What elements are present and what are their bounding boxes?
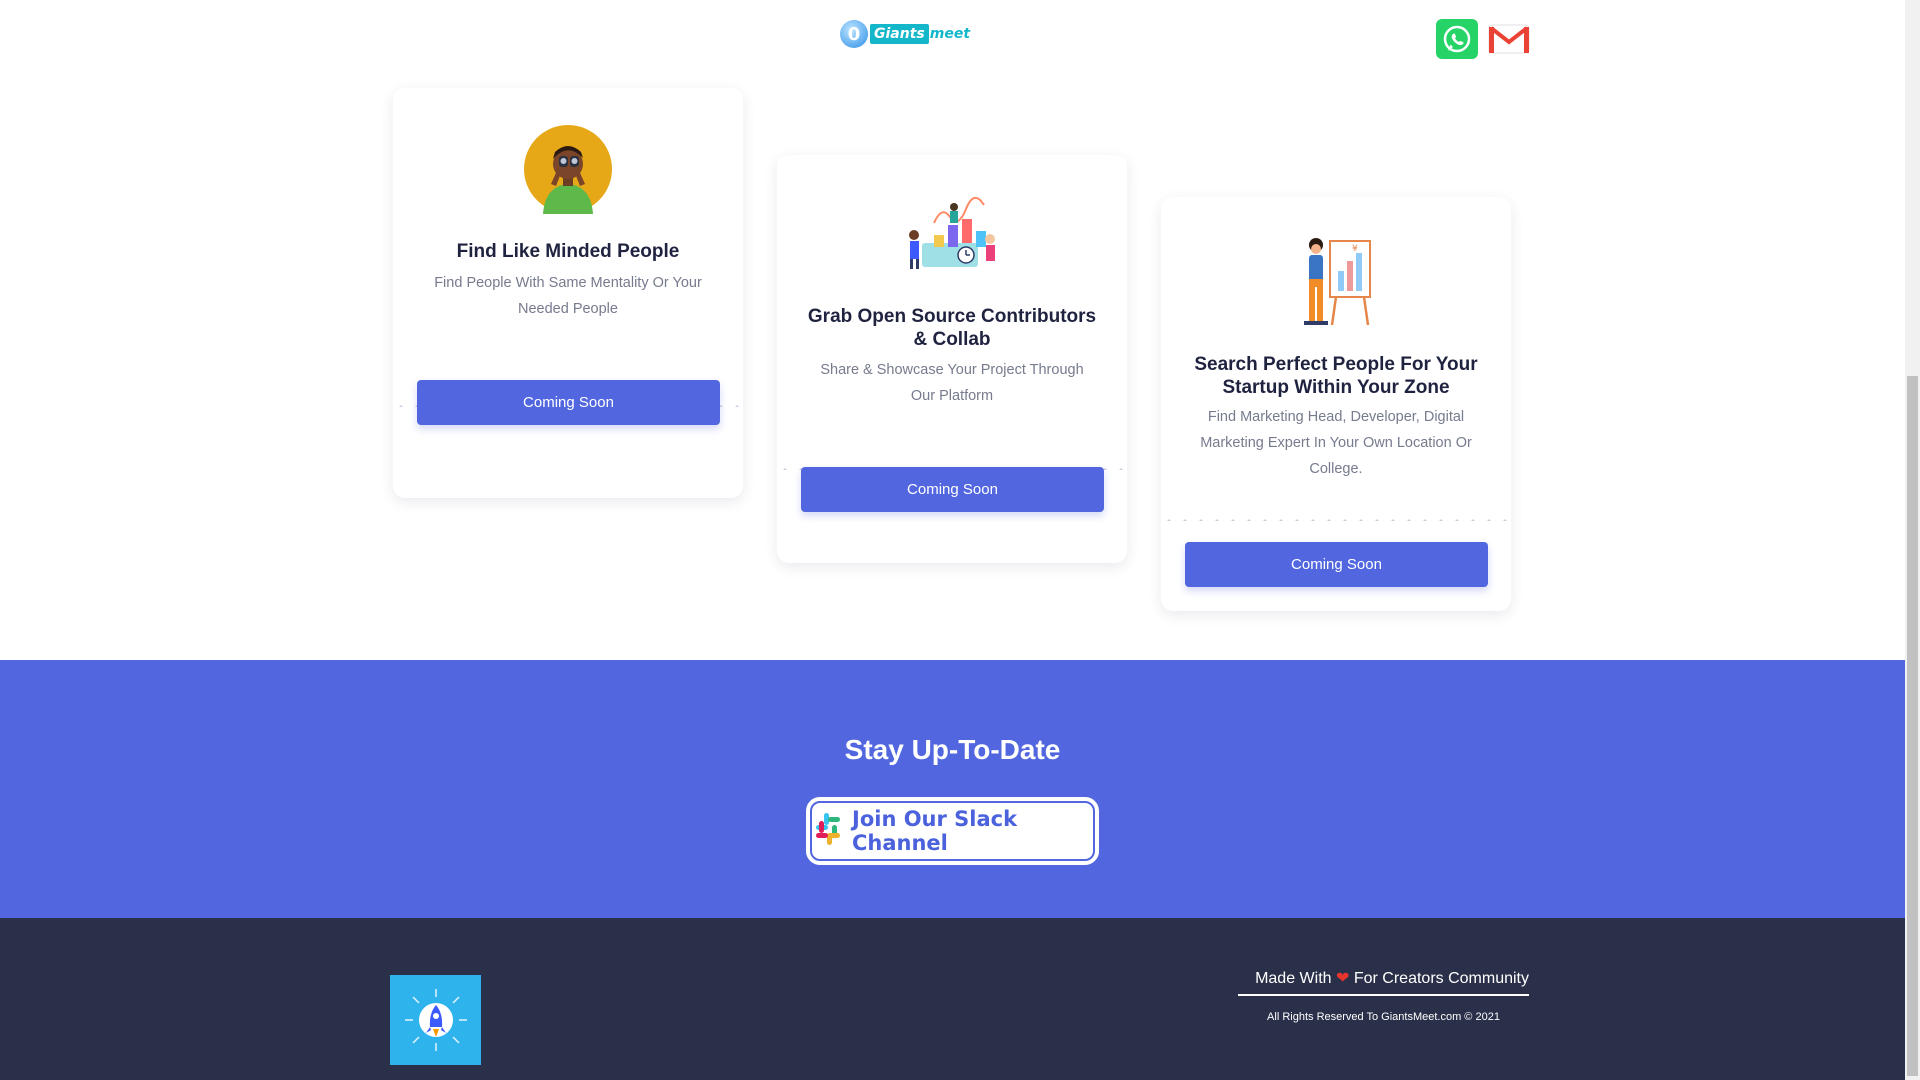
- logo-text: Giants meet: [870, 24, 970, 44]
- gmail-icon[interactable]: [1488, 19, 1530, 59]
- svg-text:¥: ¥: [1352, 244, 1358, 254]
- whatsapp-icon[interactable]: [1436, 19, 1478, 59]
- presentation-board-icon: ¥: [1161, 235, 1511, 327]
- coming-soon-button[interactable]: Coming Soon: [417, 380, 720, 425]
- logo-mark: 0: [840, 20, 868, 48]
- logo-text-boxed: Giants: [870, 24, 929, 44]
- made-with-text: Made With ❤ For Creators Community: [1238, 968, 1529, 996]
- logo-text-plain: meet: [929, 26, 971, 42]
- coming-soon-button[interactable]: Coming Soon: [1185, 542, 1488, 587]
- card-description: Find Marketing Head, Developer, Digital …: [1200, 409, 1472, 477]
- page: 0 Giants meet Find Like Minded People Fi…: [0, 0, 1920, 1080]
- coming-soon-button[interactable]: Coming Soon: [801, 467, 1104, 512]
- copyright-text: All Rights Reserved To GiantsMeet.com © …: [1267, 1011, 1500, 1023]
- made-with-prefix: Made With: [1255, 970, 1332, 987]
- slack-icon: [808, 809, 848, 853]
- footer: [0, 918, 1905, 1080]
- join-slack-button[interactable]: Join Our Slack Channel: [806, 797, 1099, 865]
- site-logo[interactable]: 0 Giants meet: [840, 20, 970, 48]
- feature-card-like-minded: Find Like Minded People Find People With…: [393, 88, 743, 498]
- card-description: Find People With Same Mentality Or Your …: [434, 275, 702, 317]
- card-title: Find Like Minded People: [456, 241, 680, 262]
- scrollbar-thumb[interactable]: [1907, 376, 1918, 1076]
- join-slack-label: Join Our Slack Channel: [852, 807, 1018, 855]
- stay-up-to-date-section: [0, 660, 1905, 918]
- dotted-divider: [1161, 519, 1511, 521]
- top-header: 0 Giants meet: [0, 0, 1905, 80]
- collaboration-illustration-icon: [777, 195, 1127, 271]
- binoculars-person-icon: [393, 124, 743, 214]
- made-with-suffix: For Creators Community: [1353, 970, 1529, 987]
- card-title: Grab Open Source Contributors & Collab: [807, 306, 1097, 350]
- feature-card-open-source: Grab Open Source Contributors & Collab S…: [777, 155, 1127, 563]
- section-title: Stay Up-To-Date: [844, 734, 1061, 765]
- rocket-icon[interactable]: [390, 975, 481, 1065]
- card-description: Share & Showcase Your Project Through Ou…: [820, 362, 1084, 404]
- card-title: Search Perfect People For Your Startup W…: [1194, 354, 1478, 398]
- contact-links: [1436, 19, 1530, 59]
- feature-card-startup: ¥ Search Perfect People For Your Startup…: [1161, 197, 1511, 611]
- heart-icon: ❤: [1335, 970, 1350, 987]
